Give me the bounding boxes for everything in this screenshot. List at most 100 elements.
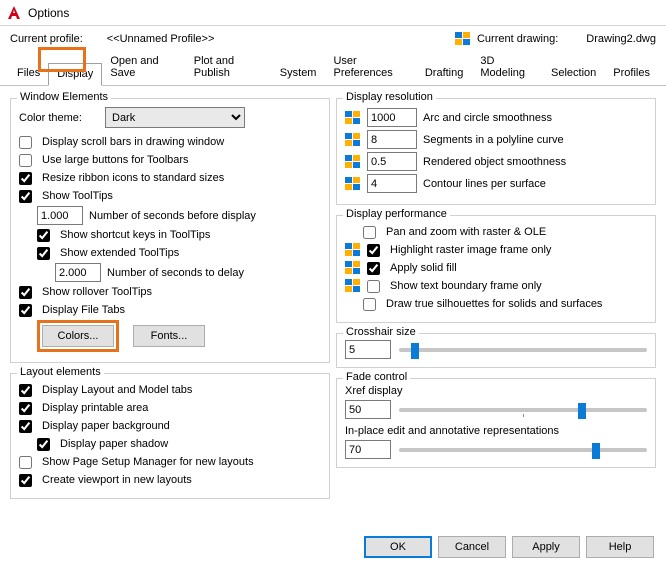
right-column: Display resolution Arc and circle smooth… [336,92,656,499]
current-profile-value: <<Unnamed Profile>> [107,33,215,45]
profile-row: Current profile: <<Unnamed Profile>> Cur… [0,26,666,50]
input-extended-delay[interactable] [55,263,101,282]
chk-large-buttons[interactable] [19,154,32,167]
color-theme-label: Color theme: [19,112,99,124]
lbl-layout-tabs: Display Layout and Model tabs [42,384,192,396]
lbl-polyline-segments: Segments in a polyline curve [423,134,564,146]
tab-drafting[interactable]: Drafting [416,62,473,85]
chk-extended-tooltips[interactable] [37,247,50,260]
title-bar: Options [0,0,666,26]
chk-display-file-tabs[interactable] [19,304,32,317]
app-icon [6,5,22,21]
input-polyline-segments[interactable] [367,130,417,149]
dwg-icon [345,155,361,169]
chk-shortcut-keys[interactable] [37,229,50,242]
chk-paper-background[interactable] [19,420,32,433]
lbl-create-viewport: Create viewport in new layouts [42,474,192,486]
group-title-fade: Fade control [343,371,410,383]
fonts-button[interactable]: Fonts... [133,325,205,347]
input-arc-smoothness[interactable] [367,108,417,127]
help-button[interactable]: Help [586,536,654,558]
group-crosshair-size: Crosshair size [336,333,656,368]
tab-user-preferences[interactable]: User Preferences [324,50,416,85]
chk-page-setup-manager[interactable] [19,456,32,469]
apply-button[interactable]: Apply [512,536,580,558]
tab-plot-and-publish[interactable]: Plot and Publish [185,50,272,85]
ok-button[interactable]: OK [364,536,432,558]
tab-strip: Files Display Open and Save Plot and Pub… [0,50,666,86]
tab-3d-modeling[interactable]: 3D Modeling [471,50,543,85]
main-panel: Window Elements Color theme: Dark Displa… [0,86,666,503]
chk-layout-tabs[interactable] [19,384,32,397]
highlight-colors-button: Colors... [37,320,119,352]
group-title-layout-elements: Layout elements [17,366,104,378]
lbl-display-scroll-bars: Display scroll bars in drawing window [42,136,224,148]
input-xref-fade[interactable] [345,400,391,419]
chk-create-viewport[interactable] [19,474,32,487]
chk-rollover-tooltips[interactable] [19,286,32,299]
input-crosshair-size[interactable] [345,340,391,359]
chk-silhouettes[interactable] [363,298,376,311]
input-contour-lines[interactable] [367,174,417,193]
dwg-icon [345,177,361,191]
lbl-rendered-smoothness: Rendered object smoothness [423,156,566,168]
chk-paper-shadow[interactable] [37,438,50,451]
lbl-rollover-tooltips: Show rollover ToolTips [42,286,152,298]
group-title-display-resolution: Display resolution [343,91,436,103]
lbl-page-setup-manager: Show Page Setup Manager for new layouts [42,456,254,468]
lbl-display-file-tabs: Display File Tabs [42,304,125,316]
lbl-show-tooltips: Show ToolTips [42,190,113,202]
dwg-icon [345,133,361,147]
input-inplace-fade[interactable] [345,440,391,459]
lbl-silhouettes: Draw true silhouettes for solids and sur… [386,298,602,310]
lbl-arc-smoothness: Arc and circle smoothness [423,112,552,124]
drawing-icon [455,32,471,46]
dwg-icon [345,243,361,257]
lbl-paper-background: Display paper background [42,420,170,432]
current-drawing-label: Current drawing: [477,33,558,45]
lbl-large-buttons: Use large buttons for Toolbars [42,154,189,166]
chk-text-boundary[interactable] [367,280,380,293]
tab-files[interactable]: Files [8,62,49,85]
lbl-extended-delay: Number of seconds to delay [107,267,244,279]
lbl-tooltip-delay: Number of seconds before display [89,210,256,222]
chk-solid-fill[interactable] [367,262,380,275]
group-title-window-elements: Window Elements [17,91,111,103]
current-profile-label: Current profile: [10,33,83,45]
tab-system[interactable]: System [271,62,326,85]
slider-inplace-fade[interactable] [399,448,647,452]
dwg-icon [345,111,361,125]
dialog-buttons: OK Cancel Apply Help [364,536,654,558]
chk-printable-area[interactable] [19,402,32,415]
chk-pan-zoom-raster[interactable] [363,226,376,239]
colors-button[interactable]: Colors... [42,325,114,347]
dwg-icon [345,261,361,275]
lbl-text-boundary: Show text boundary frame only [390,280,542,292]
lbl-contour-lines: Contour lines per surface [423,178,546,190]
tab-selection[interactable]: Selection [542,62,605,85]
input-rendered-smoothness[interactable] [367,152,417,171]
group-layout-elements: Layout elements Display Layout and Model… [10,373,330,499]
slider-xref-fade[interactable] [399,408,647,412]
lbl-xref-display: Xref display [345,385,647,397]
tab-profiles[interactable]: Profiles [604,62,659,85]
slider-crosshair[interactable] [399,348,647,352]
lbl-printable-area: Display printable area [42,402,148,414]
group-display-resolution: Display resolution Arc and circle smooth… [336,98,656,205]
lbl-extended-tooltips: Show extended ToolTips [60,247,179,259]
color-theme-select[interactable]: Dark [105,107,245,128]
cancel-button[interactable]: Cancel [438,536,506,558]
chk-display-scroll-bars[interactable] [19,136,32,149]
chk-resize-ribbon[interactable] [19,172,32,185]
chk-show-tooltips[interactable] [19,190,32,203]
group-title-display-performance: Display performance [343,208,450,220]
group-title-crosshair: Crosshair size [343,326,419,338]
chk-highlight-raster[interactable] [367,244,380,257]
lbl-resize-ribbon: Resize ribbon icons to standard sizes [42,172,224,184]
tab-display[interactable]: Display [48,63,102,86]
tab-open-and-save[interactable]: Open and Save [101,50,185,85]
lbl-highlight-raster: Highlight raster image frame only [390,244,551,256]
lbl-inplace-edit: In-place edit and annotative representat… [345,425,647,437]
input-tooltip-delay[interactable] [37,206,83,225]
group-fade-control: Fade control Xref display In-place edit … [336,378,656,468]
